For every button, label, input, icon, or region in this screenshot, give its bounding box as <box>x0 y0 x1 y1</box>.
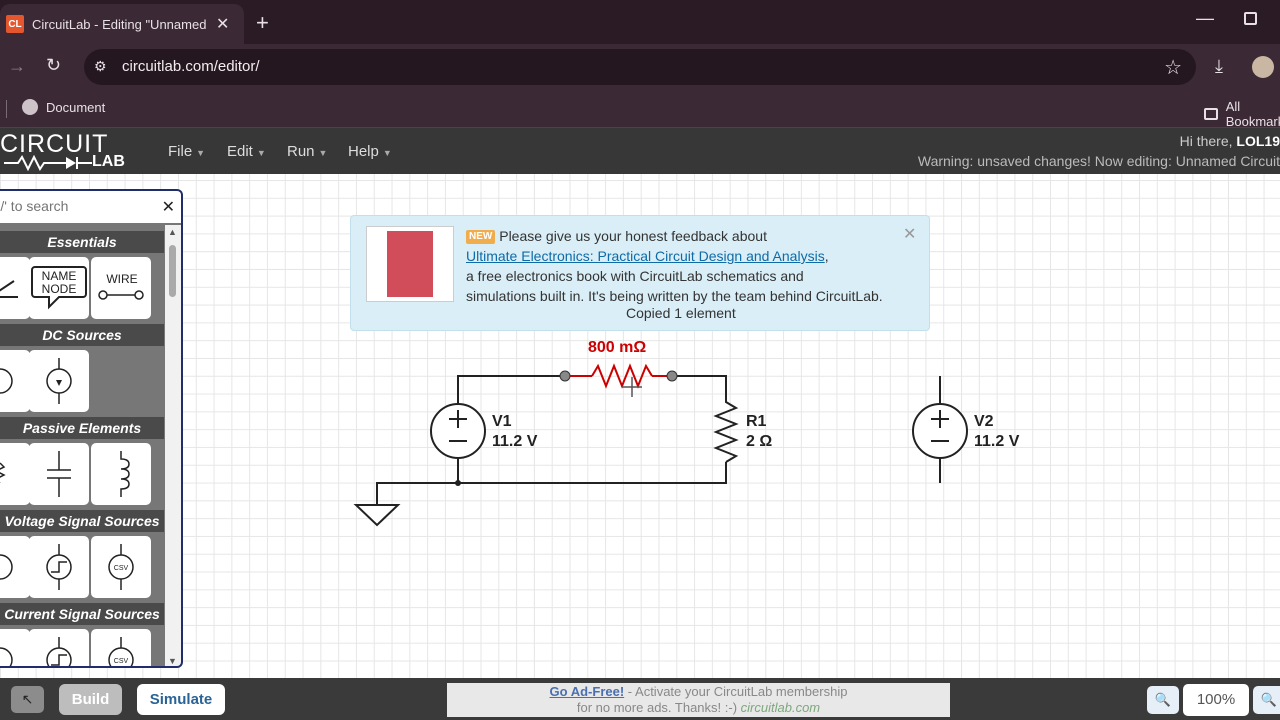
part-current-step[interactable] <box>29 629 89 666</box>
scroll-down-icon[interactable]: ▼ <box>168 656 177 666</box>
copied-status: Copied 1 element <box>626 305 736 321</box>
part-voltage-csv[interactable]: CSV <box>91 536 151 598</box>
feedback-banner: NEW Please give us your honest feedback … <box>350 215 930 331</box>
svg-text:CSV: CSV <box>114 565 129 572</box>
magnifier-icon: 🔍 <box>1260 692 1278 707</box>
part-name-node[interactable]: NAME NODE <box>29 257 89 319</box>
panel-scrollbar[interactable]: ▲ ▼ <box>165 225 181 666</box>
part-tile-partial[interactable] <box>0 257 30 319</box>
bottom-toolbar: ↖ Build Simulate Go Ad-Free! - Activate … <box>0 678 1280 720</box>
parts-search: ✕ <box>0 191 181 223</box>
name-node-icon: NAME NODE <box>31 266 87 310</box>
r1-name-label[interactable]: R1 <box>746 413 766 431</box>
step-source-icon <box>46 544 72 590</box>
banner-line1: Please give us your honest feedback abou… <box>499 228 767 244</box>
resistor-icon <box>0 462 6 483</box>
csv-source-icon: CSV <box>108 544 134 590</box>
v2-value-label[interactable]: 11.2 V <box>974 433 1019 451</box>
part-dc-voltage[interactable] <box>0 350 30 412</box>
resistor-r1-icon <box>713 396 739 463</box>
current-csv-icon: CSV <box>108 637 134 666</box>
svg-text:NAME: NAME <box>42 269 77 283</box>
dc-voltage-icon <box>0 368 13 394</box>
part-arrow-icon <box>0 280 18 298</box>
zoom-in-button[interactable]: 🔍 <box>1253 686 1280 714</box>
clear-search-icon[interactable]: ✕ <box>162 197 175 217</box>
capacitor-icon <box>47 451 71 497</box>
ad-domain[interactable]: circuitlab.com <box>741 700 820 715</box>
part-dc-current[interactable] <box>29 350 89 412</box>
book-cover-image <box>387 231 433 297</box>
wire-bottom <box>376 462 727 505</box>
wire-top-right <box>672 375 727 396</box>
ad-line2: for no more ads. Thanks! :-) <box>576 700 741 715</box>
close-banner-icon[interactable]: ✕ <box>903 224 916 244</box>
book-link[interactable]: Ultimate Electronics: Practical Circuit … <box>466 248 825 264</box>
book-thumbnail[interactable] <box>366 226 454 302</box>
part-capacitor[interactable] <box>29 443 89 505</box>
new-badge: NEW <box>466 230 496 244</box>
part-inductor[interactable] <box>91 443 151 505</box>
svg-text:NODE: NODE <box>42 282 77 296</box>
banner-message: NEW Please give us your honest feedback … <box>466 226 906 306</box>
sine-source-icon <box>0 554 13 580</box>
ground-icon <box>353 504 401 527</box>
zoom-out-button[interactable]: 🔍 <box>1147 686 1179 714</box>
wire-icon: WIRE <box>98 272 144 300</box>
scroll-thumb[interactable] <box>169 245 176 297</box>
category-dc-sources[interactable]: DC Sources <box>0 324 164 346</box>
pointer-icon: ↖ <box>21 691 34 707</box>
v1-name-label[interactable]: V1 <box>492 413 512 431</box>
current-sine-icon <box>0 647 13 666</box>
dc-current-icon <box>46 358 72 404</box>
current-step-icon <box>46 637 72 666</box>
zoom-level[interactable]: 100% <box>1183 684 1249 716</box>
parts-panel: ✕ Essentials NAME NODE WIRE DC Sources P… <box>0 189 183 668</box>
part-current-csv[interactable]: CSV <box>91 629 151 666</box>
voltage-source-v2-icon <box>912 403 968 459</box>
banner-line1-end: , <box>824 248 829 264</box>
schematic-drawing <box>353 363 968 527</box>
svg-text:CSV: CSV <box>114 658 129 665</box>
part-wire[interactable]: WIRE <box>91 257 151 319</box>
v2-name-label[interactable]: V2 <box>974 413 994 431</box>
part-voltage-step[interactable] <box>29 536 89 598</box>
banner-line2: a free electronics book with CircuitLab … <box>466 268 804 284</box>
go-ad-free-link[interactable]: Go Ad-Free! <box>550 684 625 699</box>
category-voltage-signal-sources[interactable]: Voltage Signal Sources <box>0 510 164 532</box>
junction-dot <box>455 480 461 486</box>
category-current-signal-sources[interactable]: Current Signal Sources <box>0 603 164 625</box>
wire-top-left <box>457 375 565 404</box>
part-resistor[interactable] <box>0 443 30 505</box>
category-passive-elements[interactable]: Passive Elements <box>0 417 164 439</box>
resistor-r2-selected-icon <box>559 363 678 389</box>
pointer-tool-button[interactable]: ↖ <box>11 686 44 713</box>
simulate-button[interactable]: Simulate <box>137 684 225 715</box>
parts-search-input[interactable] <box>0 198 108 214</box>
part-current-sine[interactable] <box>0 629 30 666</box>
part-voltage-sine[interactable] <box>0 536 30 598</box>
banner-line3: simulations built in. It's being written… <box>466 288 883 304</box>
voltage-source-v1-icon <box>430 403 486 459</box>
magnifier-icon: 🔍 <box>1154 692 1172 707</box>
scroll-up-icon[interactable]: ▲ <box>168 227 177 237</box>
ad-text: - Activate your CircuitLab membership <box>624 684 848 699</box>
inductor-icon <box>120 451 130 497</box>
category-essentials[interactable]: Essentials <box>0 231 164 253</box>
r1-value-label[interactable]: 2 Ω <box>746 433 772 451</box>
ad-banner: Go Ad-Free! - Activate your CircuitLab m… <box>447 683 950 717</box>
r2-value-label[interactable]: 800 mΩ <box>588 339 646 357</box>
svg-text:WIRE: WIRE <box>106 272 137 286</box>
v1-value-label[interactable]: 11.2 V <box>492 433 537 451</box>
build-button[interactable]: Build <box>59 684 122 715</box>
